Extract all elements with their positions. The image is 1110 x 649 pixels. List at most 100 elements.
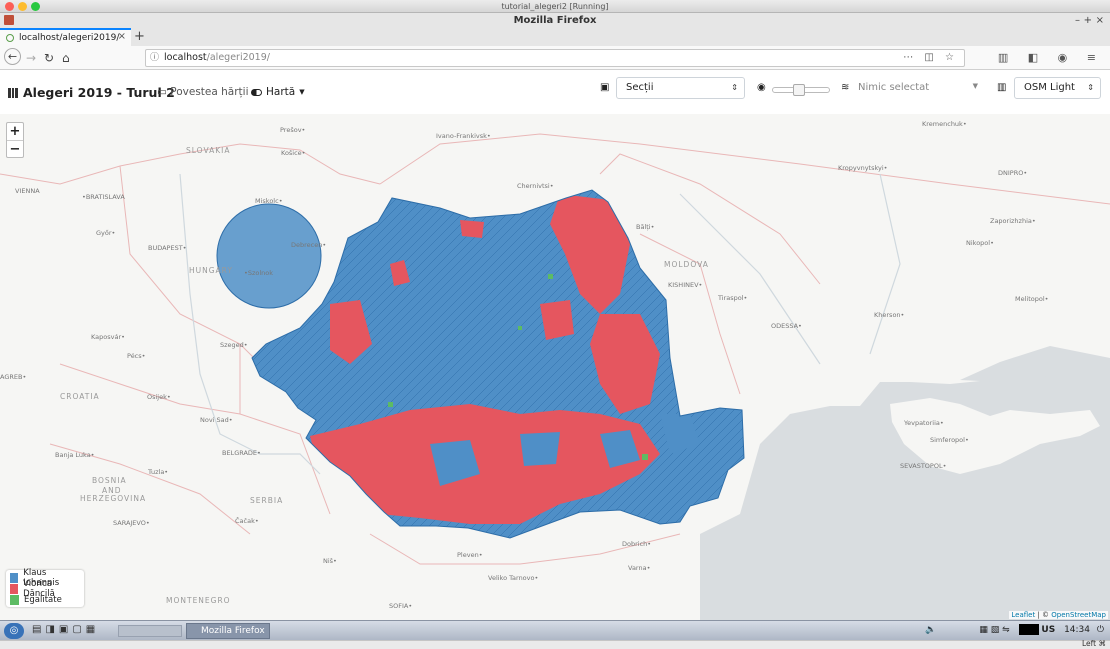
book-icon: ▭ <box>157 86 167 98</box>
tab-strip: localhost/alegeri2019/ × + <box>0 28 1110 46</box>
app-navbar: Alegeri 2019 - Turul 2 ▭ Povestea hărții… <box>0 70 1110 114</box>
minimize-icon[interactable]: – <box>1075 13 1080 28</box>
layers-icon: ≋ <box>841 82 850 93</box>
label-belgrade: BELGRADE• <box>222 449 261 457</box>
label-gyor: Győr• <box>96 229 116 237</box>
zoom-in-button[interactable]: + <box>7 123 23 140</box>
navigation-toolbar: ← → ↻ ⌂ ⓘ localhost/alegeri2019/ ⋯ ◫ ☆ ▥… <box>0 46 1110 70</box>
attribution-separator: | © <box>1035 611 1052 619</box>
leaflet-link[interactable]: Leaflet <box>1011 611 1035 619</box>
keyboard-layout[interactable]: US <box>1041 625 1055 635</box>
home-button[interactable]: ⌂ <box>62 49 70 67</box>
tab-title: localhost/alegeri2019/ <box>19 33 120 43</box>
slider-handle[interactable] <box>793 84 805 96</box>
label-cacak: Čačak• <box>235 517 259 525</box>
opacity-slider[interactable] <box>772 84 830 96</box>
legend-swatch-dancila <box>10 583 19 594</box>
label-yevpatoriia: Yevpatoriia• <box>904 419 944 427</box>
start-menu-button[interactable]: ◎ <box>4 623 24 639</box>
label-sevastopol: SEVASTOPOL• <box>900 462 947 470</box>
label-osijek: Osijek• <box>147 393 171 401</box>
map-attribution: Leaflet | © OpenStreetMap <box>1009 611 1108 619</box>
map-menu[interactable]: Hartă ▼ <box>251 86 305 98</box>
legend-label: Egalitate <box>24 594 62 605</box>
label-tiraspol: Tiraspol• <box>718 294 748 302</box>
label-kosice: Košice• <box>281 149 306 157</box>
label-croatia: CROATIA <box>60 392 100 401</box>
label-kishinev: KISHINEV• <box>668 281 703 289</box>
label-vienna: VIENNA <box>15 187 40 195</box>
vm-window-titlebar: tutorial_alegeri2 [Running] <box>0 0 1110 13</box>
browser-titlebar: Mozilla Firefox – + × <box>0 13 1110 28</box>
taskbar-firefox[interactable]: Mozilla Firefox <box>186 623 270 639</box>
map-icon: ▥ <box>997 82 1007 93</box>
browser-tab[interactable]: localhost/alegeri2019/ × <box>0 28 131 46</box>
url-host: localhost <box>164 52 207 63</box>
label-miskolc: Miskolc• <box>255 197 283 205</box>
browser-window-title: Mozilla Firefox <box>513 15 597 26</box>
story-menu[interactable]: ▭ Povestea hărții▼ <box>157 86 258 98</box>
web-page: Alegeri 2019 - Turul 2 ▭ Povestea hărții… <box>0 70 1110 620</box>
label-odessa: ODESSA• <box>771 322 802 330</box>
close-icon[interactable]: × <box>1096 13 1104 28</box>
quick-launch-icons[interactable]: ▤◨▣▢▦ <box>32 624 99 635</box>
zoom-out-button[interactable]: − <box>7 140 23 157</box>
zoom-control: + − <box>6 122 24 158</box>
map-canvas[interactable] <box>0 114 1110 620</box>
back-button[interactable]: ← <box>4 48 21 65</box>
app-title[interactable]: Alegeri 2019 - Turul 2 <box>8 85 175 100</box>
label-chernivtsi: Chernivtsi• <box>517 182 554 190</box>
guest-taskbar: ◎ ▤◨▣▢▦ Mozilla Firefox 🔈 ▦ ▧ ⇋ US 14:34… <box>0 620 1110 640</box>
url-bar[interactable]: ⓘ localhost/alegeri2019/ ⋯ ◫ ☆ <box>145 49 965 67</box>
host-key-label: Left ⌘ <box>1082 639 1106 648</box>
label-pecs: Pécs• <box>127 352 146 360</box>
label-kaposvar: Kaposvár• <box>91 333 125 341</box>
tab-close-icon[interactable]: × <box>118 31 126 42</box>
cpu-monitor <box>1018 624 1039 635</box>
basemap-select[interactable]: OSM Light ⇕ <box>1014 77 1101 99</box>
workspace-switcher[interactable] <box>118 625 182 637</box>
label-kropyvnytskyi: Kropyvnytskyi• <box>838 164 888 172</box>
toolbar-icons[interactable]: ▥ ◧ ◉ ≡ <box>998 49 1104 67</box>
maximize-icon[interactable]: + <box>1084 13 1092 28</box>
label-varna: Varna• <box>628 564 651 572</box>
page-actions-icon[interactable]: ⋯ ◫ ☆ <box>903 50 958 66</box>
granularity-select[interactable]: Secții ⇕ <box>616 77 745 99</box>
label-montenegro: MONTENEGRO <box>166 596 231 605</box>
site-info-icon[interactable]: ⓘ <box>150 50 159 66</box>
label-szolnok: •Szolnok <box>244 269 274 277</box>
power-icon[interactable]: ⏻ <box>1097 625 1104 635</box>
label-zagreb: AGREB• <box>0 373 27 381</box>
label-balti: Bălți• <box>636 223 655 231</box>
volume-icon[interactable]: 🔈 <box>925 625 936 635</box>
system-tray: 🔈 ▦ ▧ ⇋ US 14:34 ⏻ <box>925 624 1104 635</box>
forward-button[interactable]: → <box>26 49 36 67</box>
label-nis: Niš• <box>323 557 337 565</box>
map-menu-label: Hartă <box>266 86 296 98</box>
tray-icons[interactable]: ▦ ▧ ⇋ <box>979 625 1009 635</box>
diaspora-circle[interactable] <box>216 203 322 309</box>
label-bratislava: •BRATISLAVA <box>82 193 125 201</box>
legend-item: Viorica Dăncilă <box>10 579 80 599</box>
label-sarajevo: SARAJEVO• <box>113 519 150 527</box>
chart-logo-icon <box>8 87 18 98</box>
toggle-icon <box>251 88 262 96</box>
label-sofia: SOFIA• <box>389 602 413 610</box>
label-melitopol: Melitopol• <box>1015 295 1049 303</box>
url-path: /alegeri2019/ <box>206 52 270 63</box>
granularity-select-value: Secții <box>626 82 654 93</box>
label-kherson: Kherson• <box>874 311 905 319</box>
label-debrecen: Debrecen• <box>291 241 327 249</box>
select-arrows-icon: ⇕ <box>731 83 738 92</box>
overlay-select[interactable]: Nimic selectat ▼ <box>858 82 982 93</box>
taskbar-task-label: Mozilla Firefox <box>201 626 265 636</box>
label-szeged: Szeged• <box>220 341 248 349</box>
new-tab-button[interactable]: + <box>134 28 145 46</box>
leaflet-map[interactable]: SLOVAKIA HUNGARY MOLDOVA CROATIA BOSNIA … <box>0 114 1110 620</box>
osm-link[interactable]: OpenStreetMap <box>1051 611 1106 619</box>
reload-button[interactable]: ↻ <box>44 49 54 67</box>
vm-statusbar: Left ⌘ <box>0 639 1110 649</box>
tab-favicon-icon <box>6 34 14 42</box>
image-icon: ▣ <box>600 82 610 93</box>
clock: 14:34 <box>1064 625 1090 635</box>
